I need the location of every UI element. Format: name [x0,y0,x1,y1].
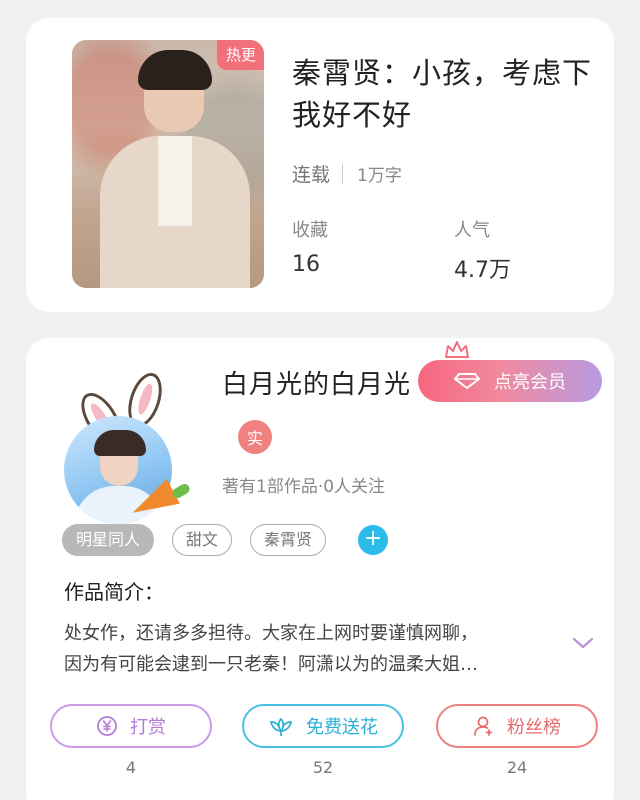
tip-count: 4 [125,758,137,777]
tag-list: 明星同人 甜文 秦霄贤 + [62,524,389,556]
chevron-down-icon[interactable] [572,636,594,650]
send-flower-button[interactable]: 免费送花 [242,704,404,748]
cover-figure-hair [138,50,212,90]
fan-count: 24 [506,758,528,777]
book-info-card: 热更 秦霄贤：小孩，考虑下我好不好 连载 1万字 收藏 16 人气 4.7万 [26,18,614,312]
send-flower-label: 免费送花 [306,717,378,738]
book-meta: 连载 1万字 [292,160,402,187]
favorites-value: 16 [292,252,320,277]
tip-button[interactable]: 打赏 [50,704,212,748]
author-detail-card: 白月光的白月光 点亮会员 实 著有1部作品·0人关注 明星同人 甜文 秦霄贤 +… [26,338,614,800]
intro-text[interactable]: 处女作，还请多多担待。大家在上网时要谨慎网聊， 因为有可能会逮到一只老秦！阿潇以… [64,618,544,680]
author-stats: 著有1部作品·0人关注 [222,477,386,497]
popularity-value: 4.7万 [454,258,511,283]
book-title: 秦霄贤：小孩，考虑下我好不好 [292,56,593,132]
author-name[interactable]: 白月光的白月光 [222,364,411,401]
intro-heading: 作品简介： [64,580,164,604]
popularity-label: 人气 [454,220,490,241]
vip-membership-button[interactable]: 点亮会员 [418,360,602,402]
verified-real-badge: 实 [238,420,272,454]
book-word-count: 1万字 [357,166,402,186]
book-cover-image[interactable]: 热更 [72,40,264,288]
tag-item[interactable]: 明星同人 [62,524,155,556]
fan-ranking-button[interactable]: 粉丝榜 [436,704,598,748]
author-avatar[interactable] [60,368,210,526]
crown-icon [445,341,469,358]
tip-button-label: 打赏 [130,717,166,738]
intro-line-2: 因为有可能会逮到一只老秦！阿潇以为的温柔大姐… [64,654,478,675]
intro-line-1: 处女作，还请多多担待。大家在上网时要谨慎网聊， [64,623,478,644]
favorites-label: 收藏 [292,220,328,241]
tag-item[interactable]: 秦霄贤 [250,524,327,556]
flower-icon [269,717,293,736]
hot-update-badge: 热更 [216,40,264,70]
yen-coin-icon [97,716,117,736]
tag-item[interactable]: 甜文 [172,524,233,556]
add-tag-button[interactable]: + [358,525,389,555]
diamond-icon [454,373,480,389]
meta-divider [342,163,344,184]
cover-figure-shirt [158,136,192,226]
book-status: 连载 [292,164,331,186]
flower-count: 52 [312,758,334,777]
fans-person-icon [474,716,493,736]
carrot-leaf-icon [170,482,192,500]
vip-button-label: 点亮会员 [494,372,566,393]
fan-ranking-label: 粉丝榜 [507,717,561,738]
